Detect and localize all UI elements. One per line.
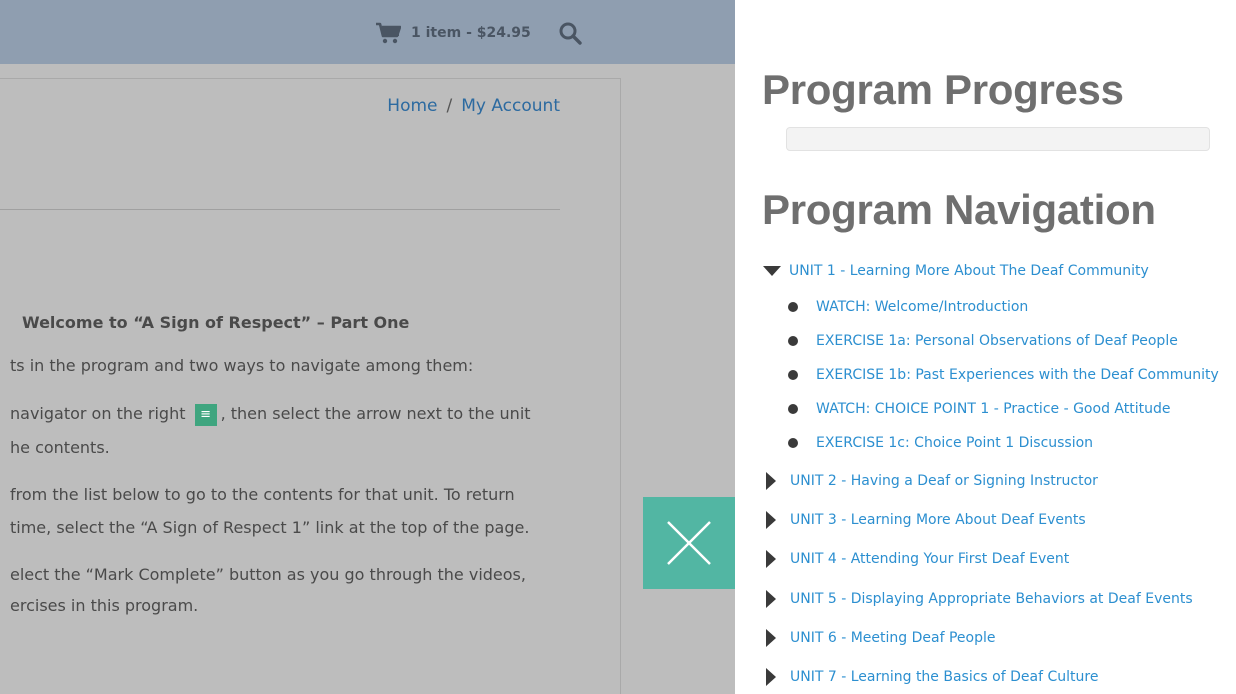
- lesson-link[interactable]: EXERCISE 1b: Past Experiences with the D…: [816, 367, 1219, 383]
- unit-5-link[interactable]: UNIT 5 - Displaying Appropriate Behavior…: [790, 591, 1193, 607]
- welcome-heading: Welcome to “A Sign of Respect” – Part On…: [22, 313, 410, 332]
- expand-arrow-icon[interactable]: [766, 629, 776, 647]
- bullet-icon: [788, 336, 798, 346]
- lesson-row: EXERCISE 1c: Choice Point 1 Discussion: [788, 433, 1093, 453]
- unit-7-row: UNIT 7 - Learning the Basics of Deaf Cul…: [763, 667, 1098, 687]
- lesson-link[interactable]: EXERCISE 1a: Personal Observations of De…: [816, 333, 1178, 349]
- program-navigation-title: Program Navigation: [762, 186, 1156, 233]
- bullet-icon: [788, 438, 798, 448]
- search-icon: [559, 22, 582, 45]
- unit-6-link[interactable]: UNIT 6 - Meeting Deaf People: [790, 630, 995, 646]
- intro-line-5: time, select the “A Sign of Respect 1” l…: [10, 518, 530, 537]
- cart-summary: 1 item - $24.95: [411, 25, 531, 41]
- unit-1-row: UNIT 1 - Learning More About The Deaf Co…: [763, 261, 1149, 281]
- program-progress-title: Program Progress: [762, 66, 1124, 113]
- breadcrumb-home-link[interactable]: Home: [387, 96, 437, 116]
- unit-2-link[interactable]: UNIT 2 - Having a Deaf or Signing Instru…: [790, 473, 1098, 489]
- unit-3-link[interactable]: UNIT 3 - Learning More About Deaf Events: [790, 512, 1086, 528]
- intro-line-3: he contents.: [10, 438, 110, 457]
- intro-line-4: from the list below to go to the content…: [10, 485, 515, 504]
- navigator-menu-icon: ≡: [194, 403, 217, 426]
- search-button[interactable]: [558, 21, 582, 45]
- collapse-arrow-icon[interactable]: [763, 266, 781, 276]
- cart-link[interactable]: 1 item - $24.95: [375, 22, 531, 44]
- page-background: 1 item - $24.95 Home / My Account Welcome …: [0, 0, 735, 694]
- unit-4-link[interactable]: UNIT 4 - Attending Your First Deaf Event: [790, 551, 1069, 567]
- breadcrumb-account-link[interactable]: My Account: [461, 96, 560, 116]
- breadcrumb: Home / My Account: [387, 96, 560, 116]
- top-navigation-bar: 1 item - $24.95: [0, 0, 735, 64]
- lesson-link[interactable]: WATCH: Welcome/Introduction: [816, 299, 1028, 315]
- unit-2-row: UNIT 2 - Having a Deaf or Signing Instru…: [763, 471, 1098, 491]
- program-progress-bar: [786, 127, 1210, 151]
- intro-line-2: navigator on the right ≡, then select th…: [10, 399, 531, 428]
- expand-arrow-icon[interactable]: [766, 511, 776, 529]
- program-sidebar: Program Progress Program Navigation UNIT…: [735, 0, 1236, 694]
- lesson-row: EXERCISE 1b: Past Experiences with the D…: [788, 365, 1219, 385]
- expand-arrow-icon[interactable]: [766, 668, 776, 686]
- unit-3-row: UNIT 3 - Learning More About Deaf Events: [763, 510, 1086, 530]
- bullet-icon: [788, 404, 798, 414]
- lesson-link[interactable]: WATCH: CHOICE POINT 1 - Practice - Good …: [816, 401, 1170, 417]
- lesson-row: WATCH: Welcome/Introduction: [788, 297, 1028, 317]
- intro-line-2a: navigator on the right: [10, 404, 186, 423]
- close-sidebar-button[interactable]: [643, 497, 735, 589]
- bullet-icon: [788, 370, 798, 380]
- content-divider: [0, 209, 560, 210]
- lesson-row: EXERCISE 1a: Personal Observations of De…: [788, 331, 1178, 351]
- expand-arrow-icon[interactable]: [766, 472, 776, 490]
- expand-arrow-icon[interactable]: [766, 590, 776, 608]
- unit-4-row: UNIT 4 - Attending Your First Deaf Event: [763, 549, 1069, 569]
- intro-line-2b: , then select the arrow next to the unit: [220, 404, 531, 423]
- intro-line-1: ts in the program and two ways to naviga…: [10, 356, 474, 375]
- expand-arrow-icon[interactable]: [766, 550, 776, 568]
- unit-5-row: UNIT 5 - Displaying Appropriate Behavior…: [763, 589, 1193, 609]
- breadcrumb-separator: /: [446, 96, 453, 116]
- shopping-cart-icon: [376, 22, 401, 44]
- unit-7-link[interactable]: UNIT 7 - Learning the Basics of Deaf Cul…: [790, 669, 1098, 685]
- content-card: Home / My Account Welcome to “A Sign of Re…: [0, 78, 621, 694]
- lesson-row: WATCH: CHOICE POINT 1 - Practice - Good …: [788, 399, 1170, 419]
- unit-1-link[interactable]: UNIT 1 - Learning More About The Deaf Co…: [789, 263, 1149, 279]
- intro-line-6: elect the “Mark Complete” button as you …: [10, 565, 526, 584]
- close-icon: [667, 521, 711, 565]
- bullet-icon: [788, 302, 798, 312]
- lesson-link[interactable]: EXERCISE 1c: Choice Point 1 Discussion: [816, 435, 1093, 451]
- intro-line-7: ercises in this program.: [10, 596, 199, 615]
- unit-6-row: UNIT 6 - Meeting Deaf People: [763, 628, 995, 648]
